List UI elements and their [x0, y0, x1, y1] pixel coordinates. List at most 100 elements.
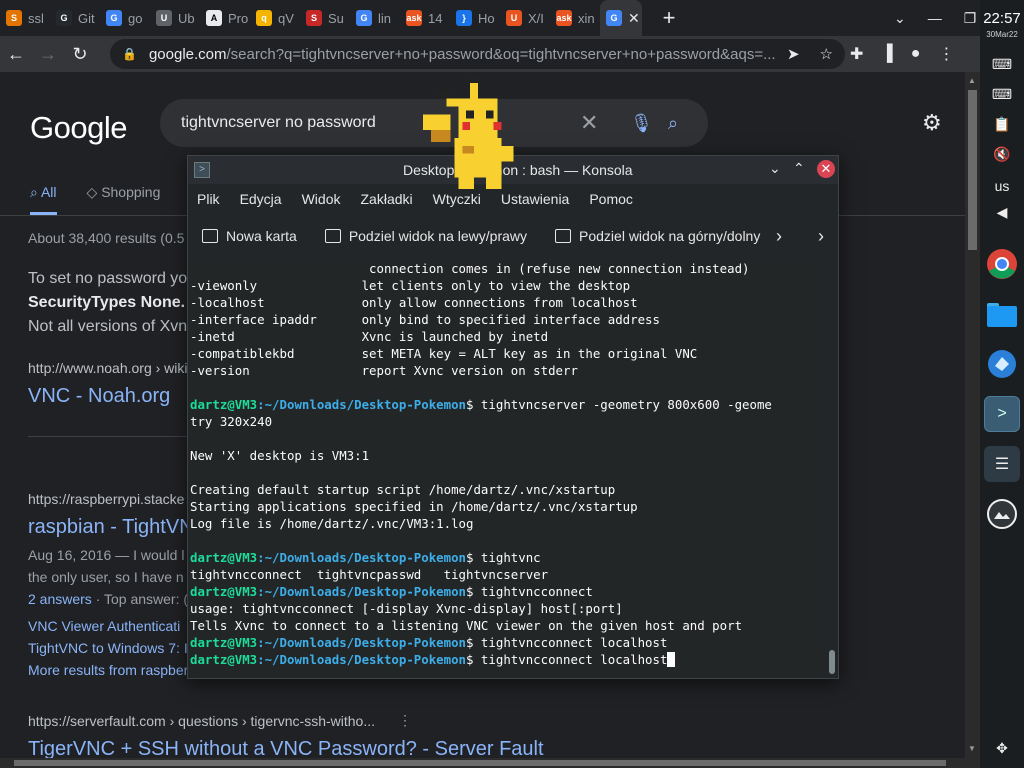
reload-icon[interactable]: ↻ [64, 44, 96, 65]
horizontal-scrollbar[interactable] [0, 758, 980, 768]
prompt-path: :~/Downloads/Desktop-Pokemon [257, 652, 467, 667]
back-icon[interactable]: ← [0, 44, 32, 65]
tab-search-icon[interactable]: ⌄ [894, 10, 906, 27]
result-title[interactable]: raspbian - TightVN [28, 516, 194, 539]
forward-icon[interactable]: → [32, 44, 64, 65]
terminal-line: try 320x240 [190, 414, 273, 429]
result-url[interactable]: http://www.noah.org › wiki [28, 360, 188, 376]
terminal-output[interactable]: connection comes in (refuse new connecti… [188, 260, 826, 678]
result-url[interactable]: https://serverfault.com › questions › ti… [28, 713, 375, 729]
keyboard-language[interactable]: us [980, 178, 1024, 194]
google-favicon-icon: G [606, 10, 622, 26]
menu-item[interactable]: Edycja [240, 191, 282, 207]
minimize-icon[interactable]: ⌄ [769, 160, 781, 177]
horizontal-scroll-thumb[interactable] [14, 760, 946, 766]
side-panel-icon[interactable]: ▐ [881, 45, 892, 63]
clock[interactable]: 22:57 [980, 10, 1024, 27]
browser-tab[interactable]: q qV [250, 0, 300, 36]
close-icon[interactable]: ✕ [817, 160, 835, 178]
terminal-scroll-thumb[interactable] [829, 650, 835, 674]
menu-item[interactable]: Plik [197, 191, 220, 207]
tab-favicon-icon: G [356, 10, 372, 26]
profile-icon[interactable]: ● [911, 45, 921, 63]
system-settings-icon[interactable]: ☰ [984, 446, 1020, 482]
related-link[interactable]: VNC Viewer Authenticati [28, 618, 180, 634]
keyboard-layout-icon[interactable]: ⌨ [980, 86, 1024, 103]
toolbar-overflow-icon[interactable]: › [818, 226, 824, 247]
browser-tab[interactable]: S Su [300, 0, 350, 36]
terminal-scrollbar[interactable] [826, 260, 838, 678]
chevron-right-icon[interactable]: › [776, 226, 782, 247]
restore-icon[interactable]: ❐ [964, 10, 977, 27]
related-link[interactable]: More results from raspber [28, 662, 188, 678]
konsole-app-icon[interactable]: > [984, 396, 1020, 432]
split-left-right-button[interactable]: Podziel widok na lewy/prawy [311, 228, 541, 244]
chrome-app-icon[interactable] [984, 246, 1020, 282]
menu-item[interactable]: Widok [302, 191, 341, 207]
menu-item[interactable]: Zakładki [361, 191, 413, 207]
result-url[interactable]: https://raspberrypi.stacke [28, 491, 184, 507]
browser-tab[interactable]: ask 14 [400, 0, 450, 36]
new-tab-button[interactable]: Nowa karta [188, 228, 311, 244]
address-bar[interactable]: 🔒 google.com/search?q=tightvncserver+no+… [110, 39, 845, 69]
browser-tab[interactable]: G Git [50, 0, 100, 36]
minimize-icon[interactable]: — [928, 10, 942, 26]
related-link[interactable]: TightVNC to Windows 7: I [28, 640, 188, 656]
tab-all[interactable]: ⌕ All [30, 184, 57, 215]
answers-link[interactable]: 2 answers · Top answer: ( [28, 591, 188, 607]
menu-item[interactable]: Pomoc [589, 191, 633, 207]
lock-icon[interactable]: 🔒 [122, 47, 137, 61]
browser-tab[interactable]: Glin [350, 0, 400, 36]
menu-item[interactable]: Ustawienia [501, 191, 569, 207]
search-query[interactable]: tightvncserver no password [181, 114, 376, 132]
browser-tab[interactable]: Ggo [100, 0, 150, 36]
browser-tab[interactable]: A Pro [200, 0, 250, 36]
more-options-icon[interactable]: ⋮ [398, 712, 412, 729]
collapse-tray-icon[interactable]: ◀ [980, 204, 1024, 221]
close-tab-icon[interactable]: ✕ [628, 10, 640, 27]
scroll-up-icon[interactable]: ▲ [968, 76, 976, 85]
clear-icon[interactable]: ✕ [580, 110, 598, 136]
prompt-user: dartz@VM3 [190, 397, 258, 412]
result-title[interactable]: VNC - Noah.org [28, 385, 170, 408]
google-logo[interactable]: Google [30, 110, 127, 146]
split-horizontal-icon [555, 229, 572, 243]
browser-tab[interactable]: } Ho [450, 0, 500, 36]
scroll-thumb[interactable] [968, 90, 977, 250]
tab-label: Ho [478, 10, 495, 26]
terminal-prompt-line: dartz@VM3:~/Downloads/Desktop-Pokemon$ t… [190, 549, 826, 566]
maximize-icon[interactable]: ⌃ [793, 160, 805, 177]
browser-tab[interactable]: U Ub [150, 0, 200, 36]
send-icon[interactable]: ➤ [787, 45, 800, 63]
gear-icon[interactable]: ⚙ [922, 110, 942, 136]
scroll-down-icon[interactable]: ▼ [968, 744, 976, 753]
result-title[interactable]: TigerVNC + SSH without a VNC Password? -… [28, 738, 544, 758]
page-scrollbar[interactable]: ▲ ▼ [965, 72, 980, 758]
extensions-icon[interactable]: ✚ [850, 44, 863, 64]
browser-tab[interactable]: U X/I [500, 0, 550, 36]
browser-tab[interactable]: ask xin [550, 0, 600, 36]
volume-muted-icon[interactable]: 🔇 [980, 146, 1024, 163]
browser-tab[interactable]: Sssl [0, 0, 50, 36]
system-panel: 22:57 30Mar22 ⌨ ⌨ 📋 🔇 us ◀ > ☰ ✥ [980, 0, 1024, 768]
pikachu-desktop-pet[interactable] [422, 75, 534, 193]
tab-favicon-icon: S [306, 10, 322, 26]
bookmark-star-icon[interactable]: ☆ [820, 45, 833, 63]
mic-icon[interactable]: 🎙 [630, 113, 653, 134]
file-manager-icon[interactable] [984, 296, 1020, 332]
tab-shopping[interactable]: ◇ Shopping [87, 184, 161, 215]
clipboard-icon[interactable]: 📋 [980, 116, 1024, 133]
search-icon[interactable]: ⌕ [668, 113, 678, 134]
prompt-user: dartz@VM3 [190, 550, 258, 565]
screen-move-icon[interactable]: ✥ [980, 740, 1024, 757]
split-top-bottom-button[interactable]: Podziel widok na górny/dolny [541, 228, 774, 244]
menu-item[interactable]: Wtyczki [433, 191, 481, 207]
keyboard-icon[interactable]: ⌨ [980, 56, 1024, 73]
menu-icon[interactable]: ⋮ [938, 44, 954, 64]
active-browser-tab[interactable]: G ✕ [600, 0, 642, 36]
konsole-window: > Desktop-Pokemon : bash — Konsola ⌄ ⌃ ✕… [187, 155, 839, 679]
tab-label: X/I [528, 10, 544, 26]
image-viewer-icon[interactable] [984, 496, 1020, 532]
app-launcher-icon[interactable] [984, 346, 1020, 382]
new-tab-button[interactable]: + [654, 5, 684, 31]
